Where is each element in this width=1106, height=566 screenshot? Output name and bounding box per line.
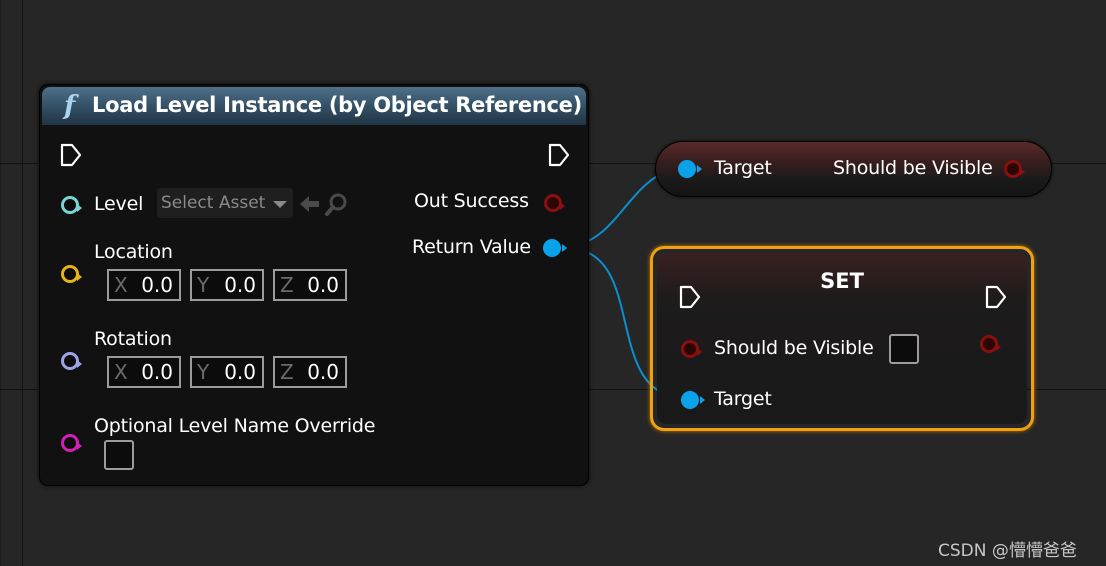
rotation-x-value: 0.0 — [141, 360, 173, 384]
return-value-label: Return Value — [412, 236, 531, 258]
rotation-y-value: 0.0 — [224, 360, 256, 384]
out-success-label: Out Success — [414, 190, 529, 212]
level-pin-icon[interactable] — [61, 196, 82, 214]
exec-out-pin-icon[interactable] — [548, 143, 570, 167]
set-variable-node[interactable]: SET Should be Visible Target — [650, 246, 1034, 431]
should-be-visible-in-pin-icon[interactable] — [681, 340, 702, 358]
exec-in-pin-icon[interactable] — [60, 143, 82, 167]
axis-label: Z — [280, 273, 294, 297]
axis-label: Z — [280, 360, 294, 384]
set-node-body: SET Should be Visible Target — [657, 253, 1027, 424]
target-label: Target — [714, 157, 772, 179]
location-x-field[interactable]: X 0.0 — [107, 269, 181, 301]
target-label: Target — [714, 388, 772, 410]
location-pin-icon[interactable] — [61, 265, 82, 283]
should-be-visible-checkbox[interactable] — [889, 334, 919, 364]
location-y-value: 0.0 — [224, 273, 256, 297]
rotation-pin-icon[interactable] — [61, 352, 82, 370]
rotation-label: Rotation — [94, 328, 172, 350]
axis-label: Y — [197, 273, 210, 297]
return-value-pin-icon[interactable] — [543, 239, 567, 257]
rotation-z-value: 0.0 — [307, 360, 339, 384]
set-title: SET — [820, 269, 864, 293]
out-success-pin-icon[interactable] — [544, 194, 565, 212]
location-label: Location — [94, 241, 173, 263]
should-be-visible-out-pin-icon[interactable] — [980, 335, 1001, 353]
axis-label: X — [114, 360, 128, 384]
use-selected-arrow-icon[interactable] — [298, 193, 322, 215]
should-be-visible-label: Should be Visible — [833, 157, 993, 179]
watermark: CSDN @懵懵爸爸 — [938, 541, 1077, 561]
override-label: Optional Level Name Override — [94, 415, 376, 437]
select-asset-dropdown[interactable]: Select Asset — [157, 188, 293, 218]
exec-out-pin-icon[interactable] — [985, 285, 1007, 309]
node-header[interactable]: f Load Level Instance (by Object Referen… — [42, 87, 586, 125]
node-title: Load Level Instance (by Object Reference… — [92, 93, 582, 117]
location-z-field[interactable]: Z 0.0 — [273, 269, 347, 301]
axis-label: X — [114, 273, 128, 297]
target-pin-icon[interactable] — [678, 160, 702, 178]
rotation-x-field[interactable]: X 0.0 — [107, 356, 181, 388]
level-label: Level — [94, 193, 144, 215]
location-z-value: 0.0 — [307, 273, 339, 297]
location-x-value: 0.0 — [141, 273, 173, 297]
should-be-visible-out-pin-icon[interactable] — [1004, 160, 1025, 178]
rotation-y-field[interactable]: Y 0.0 — [190, 356, 264, 388]
override-checkbox[interactable] — [104, 440, 134, 470]
select-asset-text: Select Asset — [161, 193, 266, 213]
browse-search-icon[interactable] — [324, 191, 350, 217]
should-be-visible-label: Should be Visible — [714, 337, 874, 359]
target-pin-icon[interactable] — [681, 391, 705, 409]
override-pin-icon[interactable] — [61, 434, 82, 452]
function-icon: f — [64, 91, 76, 121]
load-level-instance-node[interactable]: f Load Level Instance (by Object Referen… — [39, 84, 589, 486]
variable-get-node[interactable]: Target Should be Visible — [655, 141, 1052, 197]
location-y-field[interactable]: Y 0.0 — [190, 269, 264, 301]
exec-in-pin-icon[interactable] — [679, 285, 701, 309]
chevron-down-icon — [273, 201, 287, 208]
axis-label: Y — [197, 360, 210, 384]
rotation-z-field[interactable]: Z 0.0 — [273, 356, 347, 388]
